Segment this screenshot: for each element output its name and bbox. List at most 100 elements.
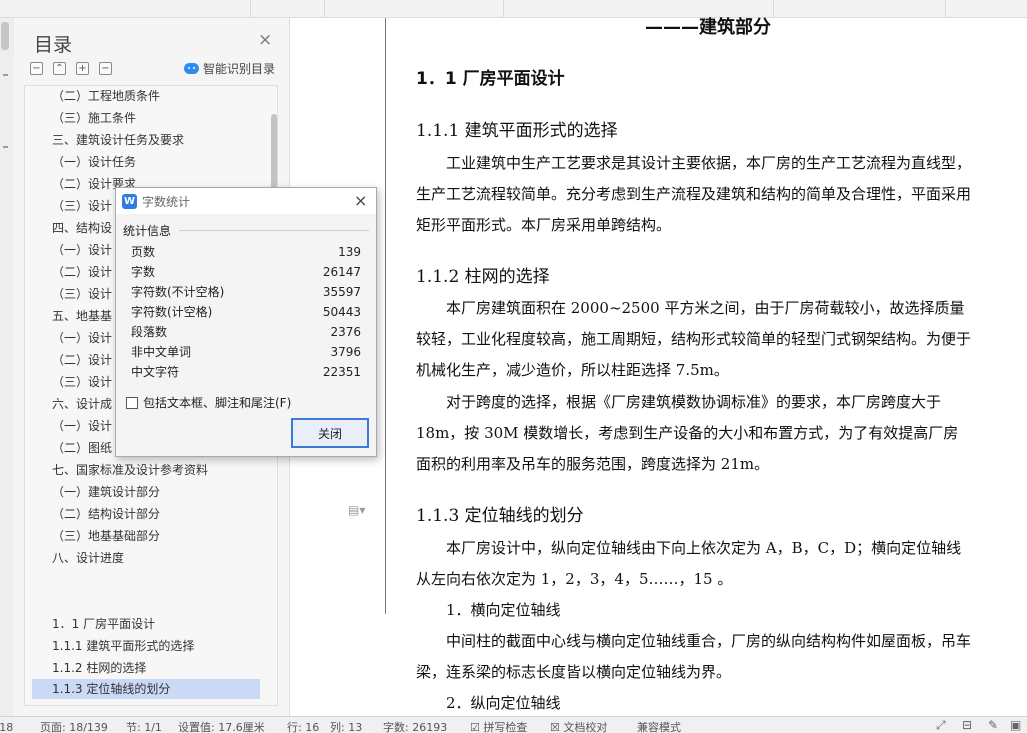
toc-item[interactable]: （三）施工条件 <box>52 108 136 128</box>
stat-value: 3796 <box>330 345 361 359</box>
edit-pen-icon[interactable]: ✎ <box>988 718 998 732</box>
toc-item[interactable]: 1.1.1 建筑平面形式的选择 <box>52 636 194 656</box>
toc-item[interactable]: 1.1.2 柱网的选择 <box>52 658 146 678</box>
toolbar-divider <box>324 0 325 17</box>
doc-heading-1: 1．1 厂房平面设计 <box>416 69 565 89</box>
status-word-count[interactable]: 字数: 26193 <box>383 719 447 733</box>
status-column: 列: 13 <box>330 721 363 733</box>
toc-item[interactable]: （二）图纸 <box>52 438 112 458</box>
fullscreen-icon[interactable]: ⤢ <box>936 718 946 733</box>
read-mode-icon[interactable]: ⊟ <box>962 718 972 732</box>
toc-item[interactable]: （二）设计 <box>52 350 112 370</box>
toc-item[interactable]: 三、建筑设计任务及要求 <box>52 130 184 150</box>
add-heading-icon[interactable]: + <box>76 62 89 75</box>
doc-check-label: 文档校对 <box>563 721 608 733</box>
include-textbox-checkbox[interactable]: 包括文本框、脚注和尾注(F) <box>126 394 291 411</box>
toc-item[interactable]: （三）地基基础部分 <box>52 526 160 546</box>
toc-item[interactable]: （一）设计 <box>52 416 112 436</box>
toc-close-icon[interactable]: × <box>258 30 272 50</box>
toc-toolbar: − ⌃ + − <box>30 62 112 75</box>
robot-icon <box>184 63 199 74</box>
stat-value: 35597 <box>322 285 361 299</box>
web-layout-icon[interactable]: ▣ <box>1010 718 1021 732</box>
checkbox-label: 包括文本框、脚注和尾注(F) <box>143 396 292 410</box>
wps-writer-icon: W <box>122 194 137 209</box>
stat-row: 字数 26147 <box>131 262 361 282</box>
stat-value: 139 <box>338 245 361 259</box>
stat-label: 页数 <box>131 245 156 259</box>
stat-value: 2376 <box>330 325 361 339</box>
doc-list-item: 1．横向定位轴线 <box>446 601 561 619</box>
toc-item[interactable]: 五、地基基 <box>52 306 112 326</box>
stat-label: 字符数(计空格) <box>131 305 213 319</box>
word-count-dialog: W 字数统计 × 统计信息 页数 139 字数 26147 字符数(不计空格) … <box>115 187 377 457</box>
expand-up-icon[interactable]: ⌃ <box>53 62 66 75</box>
toc-item[interactable]: （一）建筑设计部分 <box>52 482 160 502</box>
stat-label: 字符数(不计空格) <box>131 285 225 299</box>
paragraph-menu-icon[interactable]: ▤▾ <box>348 503 365 517</box>
doc-paragraph: 对于跨度的选择，根据《厂房建筑模数协调标准》的要求，本厂房跨度大于 18m，按 … <box>416 393 959 473</box>
left-nav-strip <box>0 18 14 716</box>
stat-label: 段落数 <box>131 325 168 339</box>
toc-item[interactable]: （二）设计 <box>52 262 112 282</box>
stats-section-label: 统计信息 <box>123 224 172 238</box>
checkbox-box[interactable] <box>126 396 138 409</box>
doc-top-heading: ———建筑部分 <box>645 17 771 38</box>
doc-paragraph: 本厂房设计中，纵向定位轴线由下向上依次定为 A，B，C，D；横向定位轴线从左向右… <box>416 539 962 588</box>
stat-value: 26147 <box>322 265 361 279</box>
toc-item[interactable]: 六、设计成 <box>52 394 112 414</box>
spell-check-label: 拼写检查 <box>483 721 528 733</box>
stat-value: 22351 <box>322 365 361 379</box>
document-page: ▤▾ ———建筑部分 1．1 厂房平面设计 1.1.1 建筑平面形式的选择 工业… <box>290 17 1027 716</box>
close-button[interactable]: 关闭 <box>291 418 369 448</box>
toc-item[interactable]: （一）设计 <box>52 328 112 348</box>
dialog-titlebar[interactable]: W 字数统计 × <box>116 188 376 214</box>
doc-heading-2: 1.1.3 定位轴线的划分 <box>416 506 584 526</box>
close-icon[interactable]: × <box>354 191 367 210</box>
doc-check-toggle[interactable]: ☒ 文档校对 <box>550 719 607 733</box>
panel-resize-handle[interactable] <box>1 22 9 50</box>
toc-item[interactable]: （一）设计 <box>52 240 112 260</box>
stat-label: 字数 <box>131 265 156 279</box>
dialog-title: 字数统计 <box>142 195 191 209</box>
doc-paragraph: 本厂房建筑面积在 2000~2500 平方米之间，由于厂房荷载较小，故选择质量较… <box>416 299 972 379</box>
smart-toc-label: 智能识别目录 <box>203 62 276 76</box>
stat-value: 50443 <box>322 305 361 319</box>
stat-label: 非中文单词 <box>131 345 192 359</box>
toolbar-divider <box>503 0 504 17</box>
toc-item[interactable]: （一）设计任务 <box>52 152 136 172</box>
status-row: 行: 16 <box>287 721 320 733</box>
toolbar-divider <box>250 0 251 17</box>
toc-item[interactable]: 七、国家标准及设计参考资料 <box>52 460 208 480</box>
spell-check-toggle[interactable]: ☑ 拼写检查 <box>470 719 527 733</box>
section-divider <box>179 230 369 231</box>
status-section: 节: 1/1 <box>126 721 162 733</box>
stat-row: 段落数 2376 <box>131 322 361 342</box>
collapse-all-icon[interactable]: − <box>30 62 43 75</box>
status-setting: 设置值: 17.6厘米 <box>178 721 265 733</box>
stat-row: 字符数(不计空格) 35597 <box>131 282 361 302</box>
status-page[interactable]: 页面: 18/139 <box>40 719 108 733</box>
toc-item[interactable]: （二）结构设计部分 <box>52 504 160 524</box>
status-page-number[interactable]: 页码: 18 <box>0 719 13 733</box>
smart-toc-button[interactable]: 智能识别目录 <box>184 60 275 77</box>
checkbox-icon: ☑ <box>470 721 480 733</box>
toc-title: 目录 <box>34 34 73 56</box>
remove-heading-icon[interactable]: − <box>99 62 112 75</box>
doc-paragraph: 中间柱的截面中心线与横向定位轴线重合，厂房的纵向结构构件如屋面板，吊车梁，连系梁… <box>416 632 972 681</box>
nav-marker-icon <box>3 74 8 76</box>
toc-item[interactable]: （三）设计 <box>52 284 112 304</box>
toc-item[interactable]: （三）设计 <box>52 372 112 392</box>
stat-row: 非中文单词 3796 <box>131 342 361 362</box>
toc-item[interactable]: 四、结构设 <box>52 218 112 238</box>
toc-item[interactable]: 八、设计进度 <box>52 548 124 568</box>
margin-line <box>385 18 386 614</box>
doc-heading-2: 1.1.1 建筑平面形式的选择 <box>416 121 618 141</box>
nav-marker-icon <box>3 146 8 148</box>
toc-item[interactable]: 1．1 厂房平面设计 <box>52 614 155 634</box>
toc-item-selected[interactable]: 1.1.3 定位轴线的划分 <box>32 679 260 699</box>
stat-row: 页数 139 <box>131 242 361 262</box>
toc-item[interactable]: （二）工程地质条件 <box>52 86 160 106</box>
stat-row: 中文字符 22351 <box>131 362 361 382</box>
toc-item[interactable]: （三）设计 <box>52 196 112 216</box>
